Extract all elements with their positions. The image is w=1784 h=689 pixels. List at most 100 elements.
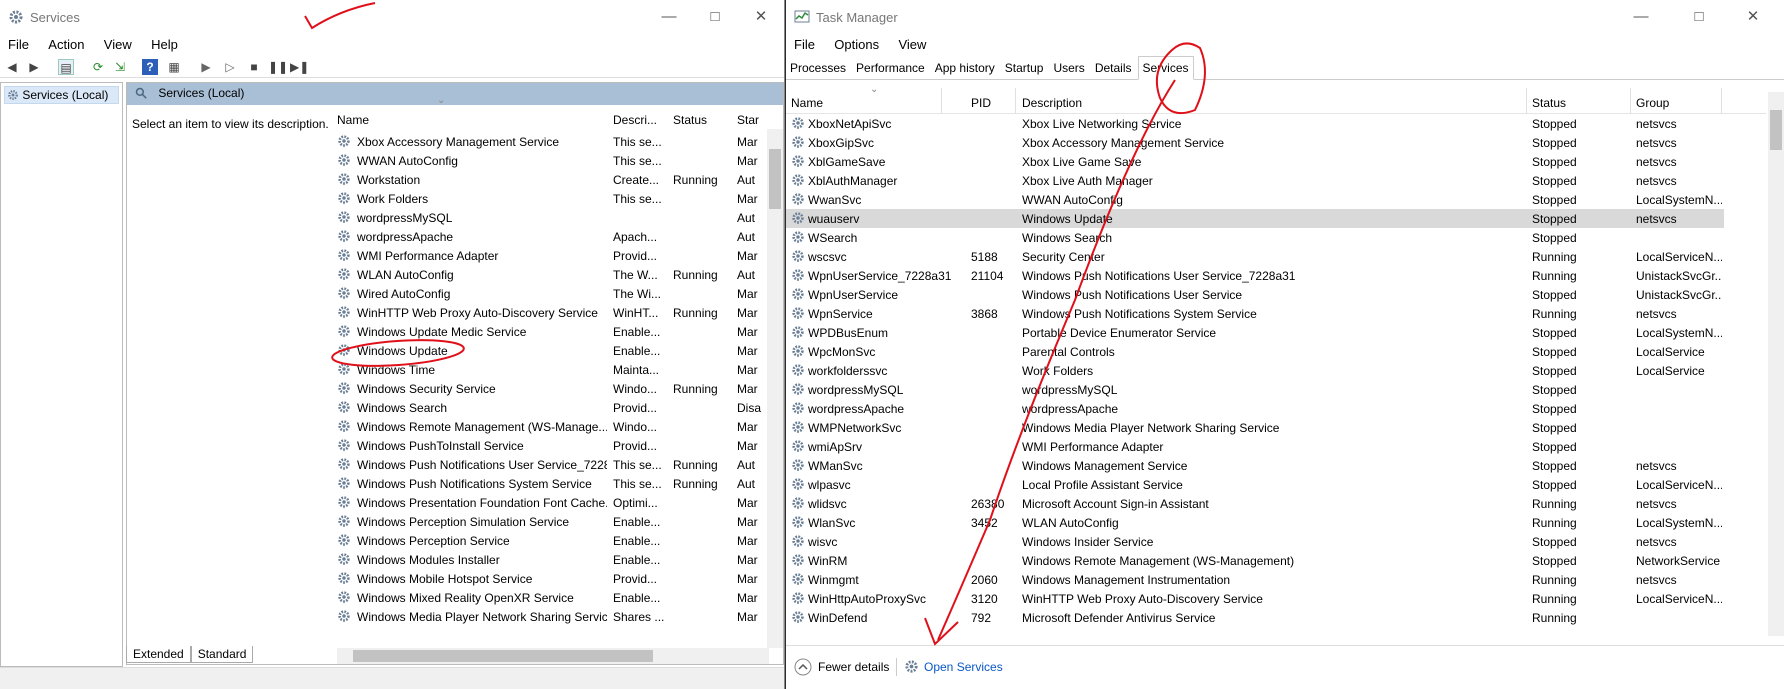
menu-file[interactable]: File xyxy=(786,34,823,55)
service-row[interactable]: WpcMonSvc Parental Controls Stopped LocalSe… xyxy=(786,342,1724,361)
service-row[interactable]: wordpressMySQL wordpressMySQL Stopped xyxy=(786,380,1724,399)
service-row[interactable]: WWAN AutoConfig This se... Mar xyxy=(337,151,783,170)
service-row[interactable]: wordpressApache wordpressApache Stopped xyxy=(786,399,1724,418)
service-row[interactable]: XboxNetApiSvc Xbox Live Networking Servic… xyxy=(786,114,1724,133)
services-titlebar[interactable]: Services — □ ✕ xyxy=(0,0,784,34)
column-name[interactable]: Name xyxy=(337,113,369,127)
service-row[interactable]: XboxGipSvc Xbox Accessory Management Serv… xyxy=(786,133,1724,152)
services-horizontal-scrollbar[interactable] xyxy=(337,648,769,664)
chevron-up-icon[interactable] xyxy=(794,658,812,676)
service-row[interactable]: Windows Mobile Hotspot Service Provid... M… xyxy=(337,569,783,588)
service-row[interactable]: WinRM Windows Remote Management (WS-Manag… xyxy=(786,551,1724,570)
restart-service-icon[interactable]: ▶❚ xyxy=(290,59,309,75)
refresh-icon[interactable]: ⟳ xyxy=(90,59,106,75)
scrollbar-thumb[interactable] xyxy=(1770,110,1782,150)
export-list-icon[interactable]: ⇲ xyxy=(112,59,128,75)
column-description[interactable]: Descri... xyxy=(613,113,657,127)
service-row[interactable]: Windows Push Notifications System Servic… xyxy=(337,474,783,493)
service-row[interactable]: WManSvc Windows Management Service Stopped… xyxy=(786,456,1724,475)
service-row[interactable]: XblGameSave Xbox Live Game Save Stopped net… xyxy=(786,152,1724,171)
console-tree-icon[interactable]: ▤ xyxy=(58,59,74,75)
help-icon[interactable]: ? xyxy=(142,59,158,75)
properties-icon[interactable]: ▦ xyxy=(166,59,182,75)
service-row[interactable]: Windows Security Service Windo... Running M… xyxy=(337,379,783,398)
open-services-link[interactable]: Open Services xyxy=(924,660,1003,674)
maximize-button[interactable]: □ xyxy=(692,6,738,28)
service-row[interactable]: Work Folders This se... Mar xyxy=(337,189,783,208)
column-divider[interactable] xyxy=(1015,88,1016,114)
column-divider[interactable] xyxy=(941,88,942,114)
scrollbar-thumb[interactable] xyxy=(769,149,781,209)
service-row[interactable]: Windows Update Medic Service Enable... Mar xyxy=(337,322,783,341)
service-row[interactable]: Windows Push Notifications User Service_… xyxy=(337,455,783,474)
service-row[interactable]: XblAuthManager Xbox Live Auth Manager Stop… xyxy=(786,171,1724,190)
column-group[interactable]: Group xyxy=(1636,96,1669,110)
services-vertical-scrollbar[interactable] xyxy=(767,129,783,648)
menu-action[interactable]: Action xyxy=(40,34,92,55)
forward-arrow-icon[interactable]: ▶ xyxy=(26,59,42,75)
service-row[interactable]: WwanSvc WWAN AutoConfig Stopped LocalSystem… xyxy=(786,190,1724,209)
back-arrow-icon[interactable]: ◀ xyxy=(4,59,20,75)
menu-file[interactable]: File xyxy=(0,34,37,55)
tab-users[interactable]: Users xyxy=(1049,57,1088,79)
task-manager-titlebar[interactable]: Task Manager — □ ✕ xyxy=(786,0,1784,34)
service-row[interactable]: Windows Update Enable... Mar xyxy=(337,341,783,360)
service-row[interactable]: wuauserv Windows Update Stopped netsvcs xyxy=(786,209,1724,228)
menu-view[interactable]: View xyxy=(96,34,140,55)
column-status[interactable]: Status xyxy=(1532,96,1566,110)
service-row[interactable]: Windows Time Mainta... Mar xyxy=(337,360,783,379)
column-startup-type[interactable]: Star xyxy=(737,113,759,127)
close-button[interactable]: ✕ xyxy=(1730,6,1776,28)
service-row[interactable]: WSearch Windows Search Stopped xyxy=(786,228,1724,247)
column-description[interactable]: Description xyxy=(1022,96,1082,110)
service-row[interactable]: Windows Mixed Reality OpenXR Service Enab… xyxy=(337,588,783,607)
service-row[interactable]: WMI Performance Adapter Provid... Mar xyxy=(337,246,783,265)
close-button[interactable]: ✕ xyxy=(738,6,784,28)
menu-options[interactable]: Options xyxy=(826,34,887,55)
service-row[interactable]: Windows Perception Simulation Service Ena… xyxy=(337,512,783,531)
service-row[interactable]: Windows PushToInstall Service Provid... Ma… xyxy=(337,436,783,455)
column-pid[interactable]: PID xyxy=(971,96,991,110)
service-row[interactable]: Windows Modules Installer Enable... Mar xyxy=(337,550,783,569)
service-row[interactable]: WinDefend 792 Microsoft Defender Antivirus… xyxy=(786,608,1724,627)
service-row[interactable]: Windows Remote Management (WS-Manage... W… xyxy=(337,417,783,436)
service-row[interactable]: Windows Media Player Network Sharing Ser… xyxy=(337,607,783,626)
tab-services[interactable]: Services xyxy=(1137,56,1194,80)
service-row[interactable]: Xbox Accessory Management Service This se… xyxy=(337,132,783,151)
service-row[interactable]: WPDBusEnum Portable Device Enumerator Ser… xyxy=(786,323,1724,342)
tab-standard[interactable]: Standard xyxy=(190,646,254,663)
column-divider[interactable] xyxy=(1630,88,1631,114)
tab-extended[interactable]: Extended xyxy=(126,646,191,663)
tree-item-services-local[interactable]: Services (Local) xyxy=(4,86,119,104)
menu-help[interactable]: Help xyxy=(143,34,186,55)
tab-app-history[interactable]: App history xyxy=(931,57,999,79)
service-row[interactable]: wlpasvc Local Profile Assistant Service St… xyxy=(786,475,1724,494)
service-row[interactable]: wordpressMySQL Aut xyxy=(337,208,783,227)
column-divider[interactable] xyxy=(1526,88,1527,114)
service-row[interactable]: wisvc Windows Insider Service Stopped netsv… xyxy=(786,532,1724,551)
stop-service-icon[interactable]: ■ xyxy=(246,59,262,75)
service-row[interactable]: WinHttpAutoProxySvc 3120 WinHTTP Web Proxy… xyxy=(786,589,1724,608)
scrollbar-thumb[interactable] xyxy=(353,650,653,662)
pause-service-icon[interactable]: ❚❚ xyxy=(268,59,288,75)
service-row[interactable]: WpnUserService Windows Push Notifications… xyxy=(786,285,1724,304)
tab-performance[interactable]: Performance xyxy=(852,57,929,79)
service-row[interactable]: Winmgmt 2060 Windows Management Instrument… xyxy=(786,570,1724,589)
column-divider[interactable] xyxy=(1721,88,1722,114)
maximize-button[interactable]: □ xyxy=(1676,6,1722,28)
task-manager-vertical-scrollbar[interactable] xyxy=(1768,92,1784,636)
service-row[interactable]: WpnUserService_7228a31 21104 Windows Push … xyxy=(786,266,1724,285)
service-row[interactable]: WpnService 3868 Windows Push Notifications… xyxy=(786,304,1724,323)
column-status[interactable]: Status xyxy=(673,113,707,127)
minimize-button[interactable]: — xyxy=(646,6,692,28)
fewer-details-button[interactable]: Fewer details xyxy=(818,660,889,674)
service-row[interactable]: wscsvc 5188 Security Center Running LocalSer… xyxy=(786,247,1724,266)
service-row[interactable]: workfolderssvc Work Folders Stopped LocalSe… xyxy=(786,361,1724,380)
service-row[interactable]: Wired AutoConfig The Wi... Mar xyxy=(337,284,783,303)
service-row[interactable]: Windows Search Provid... Disa xyxy=(337,398,783,417)
column-name[interactable]: Name xyxy=(791,96,823,110)
tab-processes[interactable]: Processes xyxy=(786,57,850,79)
service-row[interactable]: WLAN AutoConfig The W... Running Aut xyxy=(337,265,783,284)
start-service-icon[interactable]: ▶ xyxy=(198,59,214,75)
minimize-button[interactable]: — xyxy=(1618,6,1664,28)
